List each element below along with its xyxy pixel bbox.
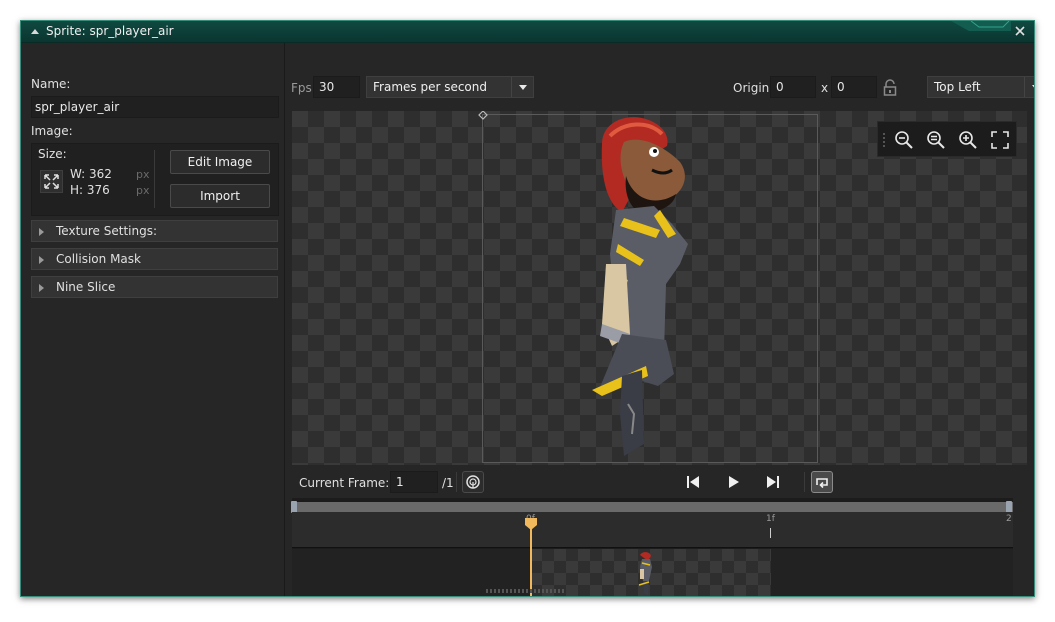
timeline-ruler[interactable]: 0f 1f 2 <box>292 512 1013 548</box>
frame-thumbnail[interactable] <box>530 549 771 596</box>
sprite-image <box>592 117 688 456</box>
divider <box>804 472 805 492</box>
height-value: H: 376 <box>70 183 110 197</box>
zoom-reset-icon[interactable] <box>924 128 948 152</box>
tick-mark <box>770 528 771 538</box>
frame-sprite-preview <box>638 552 652 595</box>
loop-toggle-button[interactable] <box>811 471 833 493</box>
frame-total: /1 <box>442 476 454 490</box>
timeline-scrollbar[interactable] <box>292 502 1013 512</box>
chevron-right-icon <box>39 228 44 236</box>
size-label: Size: <box>38 147 67 161</box>
origin-label: Origin <box>733 81 770 95</box>
fit-to-screen-icon[interactable] <box>988 128 1012 152</box>
sprite-editor-window: Sprite: spr_player_air Name: spr_player_… <box>20 20 1035 597</box>
drag-handle-icon[interactable] <box>882 132 886 148</box>
width-unit: px <box>136 168 150 181</box>
playhead-line[interactable] <box>530 524 532 596</box>
resize-icon[interactable] <box>40 170 63 193</box>
sprite-preview-panel: Fps 30 Frames per second Origin 0 x 0 To… <box>286 43 1034 596</box>
timeline: 0f 1f 2 <box>291 498 1013 596</box>
section-collision-mask[interactable]: Collision Mask <box>31 248 278 270</box>
frame-track <box>292 549 1013 596</box>
sprite-canvas[interactable] <box>292 111 1027 465</box>
collapse-icon[interactable] <box>31 29 39 34</box>
origin-marker-icon[interactable] <box>478 111 488 120</box>
zoom-in-icon[interactable] <box>956 128 980 152</box>
divider <box>456 472 457 492</box>
properties-panel: Name: spr_player_air Image: Size: W: 362… <box>21 43 285 596</box>
onion-skin-button[interactable] <box>462 471 484 493</box>
skip-to-start-icon[interactable] <box>682 471 704 493</box>
window-title: Sprite: spr_player_air <box>46 24 174 38</box>
section-texture-settings[interactable]: Texture Settings: <box>31 220 278 242</box>
chevron-right-icon <box>39 284 44 292</box>
sprite-name-input[interactable]: spr_player_air <box>31 96 279 118</box>
zoom-toolbar <box>877 121 1017 157</box>
chevron-right-icon <box>39 256 44 264</box>
playback-bar: Current Frame: 1 /1 <box>286 470 1034 500</box>
panel-resize-grip[interactable] <box>486 589 566 593</box>
width-value: W: 362 <box>70 167 112 181</box>
fps-input[interactable]: 30 <box>313 76 360 98</box>
image-size-box: Size: W: 362 H: 376 px px Edit Image Imp… <box>31 143 279 216</box>
titlebar-notch-decoration <box>951 21 1011 31</box>
current-frame-input[interactable]: 1 <box>390 471 438 493</box>
height-unit: px <box>136 184 150 197</box>
speed-mode-dropdown[interactable]: Frames per second <box>366 76 534 98</box>
speed-mode-value: Frames per second <box>373 80 487 94</box>
play-icon[interactable] <box>722 471 744 493</box>
origin-y-input[interactable]: 0 <box>831 76 877 98</box>
section-nine-slice[interactable]: Nine Slice <box>31 276 278 298</box>
edit-image-button[interactable]: Edit Image <box>170 150 270 174</box>
import-button[interactable]: Import <box>170 184 270 208</box>
section-label: Texture Settings: <box>56 224 158 238</box>
tick-label: 1f <box>766 514 775 524</box>
name-label: Name: <box>31 77 71 91</box>
fps-label: Fps <box>291 81 312 95</box>
section-label: Nine Slice <box>56 280 116 294</box>
window-titlebar[interactable]: Sprite: spr_player_air <box>21 21 1034 43</box>
section-label: Collision Mask <box>56 252 141 266</box>
skip-to-end-icon[interactable] <box>762 471 784 493</box>
chevron-down-icon[interactable] <box>1024 77 1034 97</box>
origin-preset-dropdown[interactable]: Top Left <box>927 76 1034 98</box>
current-frame-label: Current Frame: <box>299 476 390 490</box>
divider <box>154 150 155 208</box>
playhead-marker-icon[interactable] <box>525 518 537 530</box>
origin-separator: x <box>821 81 829 95</box>
image-label: Image: <box>31 124 73 138</box>
chevron-down-icon[interactable] <box>511 77 533 97</box>
origin-x-input[interactable]: 0 <box>770 76 816 98</box>
origin-preset-value: Top Left <box>934 80 981 94</box>
tick-label: 2 <box>1006 514 1012 524</box>
onion-skin-icon <box>466 475 480 489</box>
zoom-out-icon[interactable] <box>892 128 916 152</box>
close-icon[interactable] <box>1012 23 1028 39</box>
lock-icon[interactable] <box>882 79 898 97</box>
loop-icon <box>816 478 828 489</box>
